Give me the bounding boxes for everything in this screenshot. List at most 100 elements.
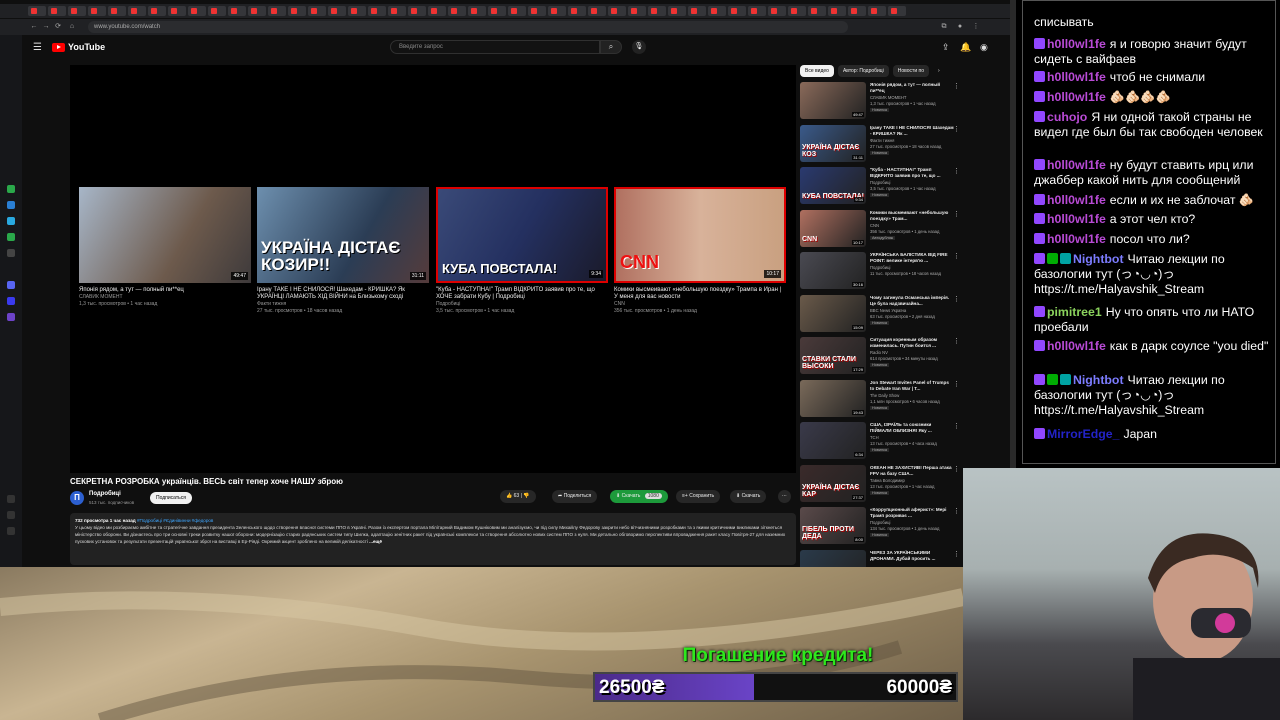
more-vert-icon[interactable]: ⋮ xyxy=(953,507,960,515)
browser-tab[interactable] xyxy=(448,6,466,16)
browser-tab[interactable] xyxy=(648,6,666,16)
browser-tab[interactable] xyxy=(888,6,906,16)
discord-icon[interactable] xyxy=(7,281,15,289)
chip-all[interactable]: Все видео xyxy=(800,65,834,77)
browser-tab[interactable] xyxy=(868,6,886,16)
browser-tab[interactable] xyxy=(388,6,406,16)
telegram-icon[interactable] xyxy=(7,217,15,225)
share-button[interactable]: ➦ Поделиться xyxy=(552,490,598,503)
youtube-logo[interactable]: YouTube xyxy=(52,42,105,52)
download-green-button[interactable]: ⬇ Скачать 1080 xyxy=(610,490,668,503)
browser-tab[interactable] xyxy=(128,6,146,16)
menu-burger-icon[interactable]: ☰ xyxy=(33,42,42,53)
video-player[interactable]: 49:47 Японія рядом, а тут — полный пи**е… xyxy=(70,65,796,473)
browser-tab[interactable] xyxy=(108,6,126,16)
browser-tab[interactable] xyxy=(408,6,426,16)
whatsapp2-icon[interactable] xyxy=(7,233,15,241)
chat-username[interactable]: Nightbot xyxy=(1073,252,1124,266)
related-video[interactable]: CNN 10:17 Комики высмеивают «небольшую п… xyxy=(800,209,962,250)
chat-username[interactable]: h0ll0wl1fe xyxy=(1047,90,1106,104)
more-vert-icon[interactable]: ⋮ xyxy=(953,465,960,473)
browser-tab[interactable] xyxy=(608,6,626,16)
more-vert-icon[interactable]: ⋮ xyxy=(953,380,960,388)
chip-news[interactable]: Новости по xyxy=(892,65,930,77)
browser-tab[interactable] xyxy=(708,6,726,16)
twitch-icon[interactable] xyxy=(7,313,15,321)
more-actions-button[interactable]: ⋯ xyxy=(778,490,791,503)
browser-tab[interactable] xyxy=(348,6,366,16)
home-icon[interactable]: ⌂ xyxy=(68,23,76,31)
browser-tab[interactable] xyxy=(468,6,486,16)
browser-tab[interactable] xyxy=(668,6,686,16)
chat-username[interactable]: h0ll0wl1fe xyxy=(1047,158,1106,172)
search-input[interactable]: Введите запрос xyxy=(390,40,600,54)
chat-username[interactable]: h0ll0wl1fe xyxy=(1047,193,1106,207)
url-field[interactable]: www.youtube.com/watch xyxy=(88,21,848,33)
browser-tab[interactable] xyxy=(728,6,746,16)
chip-author[interactable]: Автор: Подробиці xyxy=(837,65,889,77)
tab-strip[interactable] xyxy=(0,4,1010,18)
like-button[interactable]: 👍 63 | 👎 xyxy=(500,490,536,503)
browser-tab[interactable] xyxy=(528,6,546,16)
forward-icon[interactable]: → xyxy=(42,23,50,31)
related-video[interactable]: УКРАЇНА ДІСТАЄ КАР 27:37 ОКЕАН НЕ ЗАХИСТ… xyxy=(800,464,962,505)
chat-username[interactable]: h0ll0wl1fe xyxy=(1047,339,1106,353)
browser-tab[interactable] xyxy=(188,6,206,16)
browser-tab[interactable] xyxy=(328,6,346,16)
more-vert-icon[interactable]: ⋮ xyxy=(953,295,960,303)
app-icon[interactable] xyxy=(7,297,15,305)
create-icon[interactable]: ⇪ xyxy=(942,42,950,53)
chat-username[interactable]: h0ll0wl1fe xyxy=(1047,232,1106,246)
browser-tab[interactable] xyxy=(788,6,806,16)
browser-tab[interactable] xyxy=(88,6,106,16)
browser-tab[interactable] xyxy=(168,6,186,16)
browser-tab[interactable] xyxy=(48,6,66,16)
description-box[interactable]: 732 просмотра 1 час назад #Подробиці #Єд… xyxy=(70,513,796,565)
notifications-icon[interactable]: 🔔 xyxy=(960,42,971,53)
browser-tab[interactable] xyxy=(508,6,526,16)
x-icon[interactable] xyxy=(7,249,15,257)
channel-avatar[interactable]: П xyxy=(70,491,84,505)
browser-tab[interactable] xyxy=(268,6,286,16)
more-icon[interactable] xyxy=(7,527,15,535)
browser-tab[interactable] xyxy=(548,6,566,16)
chat-username[interactable]: h0ll0wl1fe xyxy=(1047,37,1106,51)
browser-tab[interactable] xyxy=(208,6,226,16)
related-video[interactable]: КУБА ПОВСТАЛА! 9:34 "Куба - НАСТУПНА!" Т… xyxy=(800,167,962,207)
browser-tab[interactable] xyxy=(768,6,786,16)
chat-username[interactable]: MirrorEdge_ xyxy=(1047,427,1119,441)
account-avatar[interactable]: ◉ xyxy=(980,42,988,53)
related-video[interactable]: УКРАЇНА ДІСТАЄ КОЗ 31:11 Ірану ТАКЕ І НЕ… xyxy=(800,124,962,165)
chat-username[interactable]: pimitree1 xyxy=(1047,305,1102,319)
more-vert-icon[interactable]: ⋮ xyxy=(953,82,960,90)
more-vert-icon[interactable]: ⋮ xyxy=(953,167,960,175)
browser-tab[interactable] xyxy=(748,6,766,16)
history-icon[interactable] xyxy=(7,495,15,503)
related-video[interactable]: СТАВКИ СТАЛИ ВЫСОКИ 17:29 Ситуация корен… xyxy=(800,337,962,377)
browser-tab[interactable] xyxy=(248,6,266,16)
browser-tab[interactable] xyxy=(308,6,326,16)
save-button[interactable]: ≡+ Сохранить xyxy=(676,490,721,503)
endcard-video[interactable]: УКРАЇНА ДІСТАЄ КОЗИР!! 31:11 Ірану ТАКЕ … xyxy=(257,187,429,315)
browser-tab[interactable] xyxy=(228,6,246,16)
browser-tab[interactable] xyxy=(488,6,506,16)
endcard-video[interactable]: CNN 10:17 Комики высмеивают «небольшую п… xyxy=(614,187,786,315)
browser-tab[interactable] xyxy=(148,6,166,16)
chat-username[interactable]: h0ll0wl1fe xyxy=(1047,70,1106,84)
more-vert-icon[interactable]: ⋮ xyxy=(953,210,960,218)
extensions-icon[interactable]: ⧉ xyxy=(940,23,948,31)
channel-name[interactable]: Подробиці xyxy=(89,491,121,497)
profile-icon[interactable]: ● xyxy=(956,23,964,31)
menu-icon[interactable]: ⋮ xyxy=(972,23,980,31)
browser-tab[interactable] xyxy=(568,6,586,16)
voice-search-icon[interactable]: 🎙 xyxy=(632,40,646,54)
browser-tab[interactable] xyxy=(628,6,646,16)
browser-tab[interactable] xyxy=(368,6,386,16)
settings-icon[interactable] xyxy=(7,511,15,519)
more-vert-icon[interactable]: ⋮ xyxy=(953,550,960,558)
hashtags[interactable]: #Подробиці #Єдинівинни #федоров xyxy=(137,518,213,523)
subscribe-button[interactable]: Подписаться xyxy=(150,492,192,504)
related-video[interactable]: 15:09 Чому загинула Османська імперія. Ц… xyxy=(800,294,962,335)
related-video[interactable]: 19:43 Jon Stewart Invites Panel of Trump… xyxy=(800,379,962,420)
whatsapp-icon[interactable] xyxy=(7,185,15,193)
